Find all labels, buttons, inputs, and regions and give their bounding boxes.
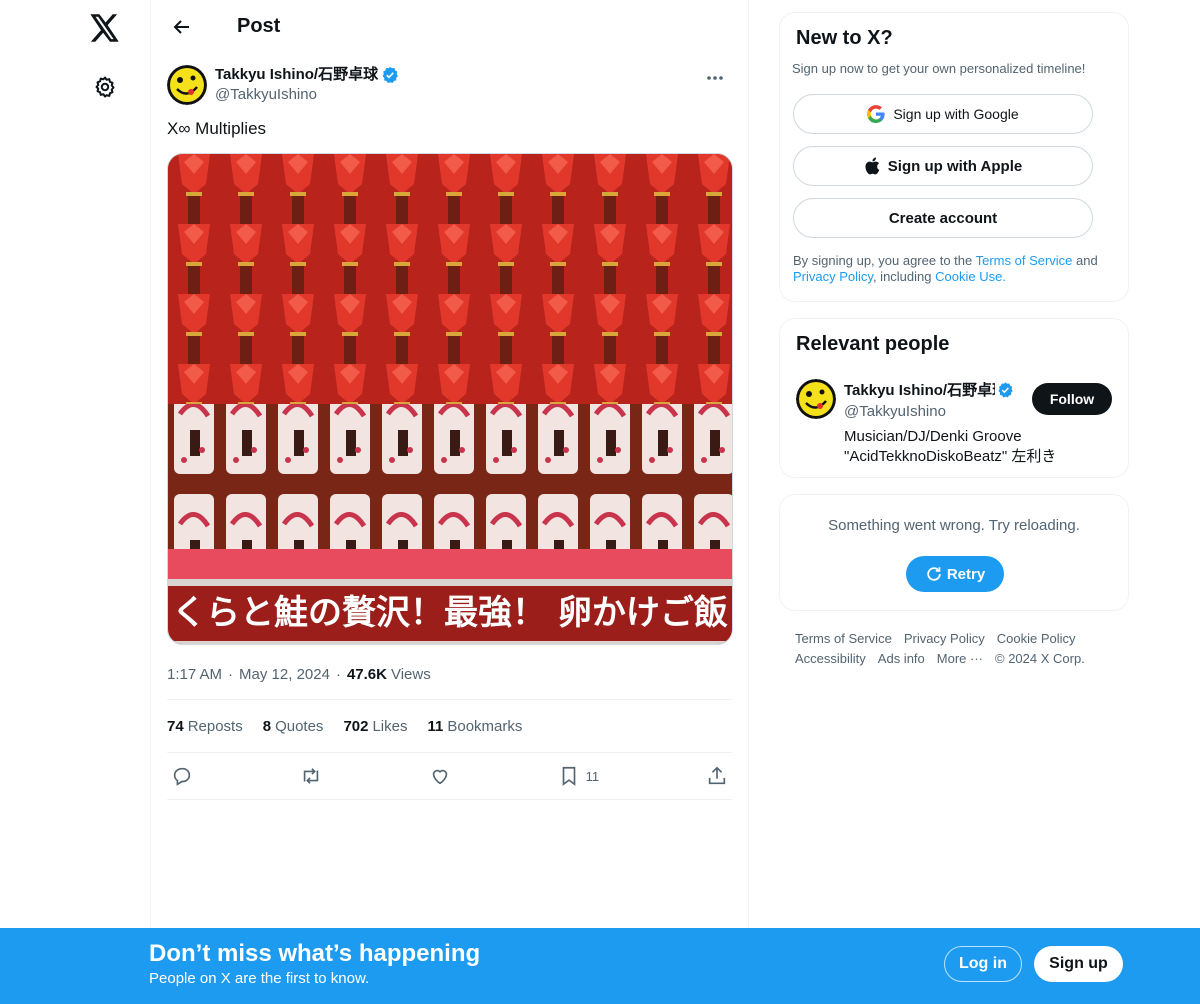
- page-title: Post: [237, 15, 281, 37]
- post-image-caption: くらと鮭の贅沢！最強！ 卵かけご飯: [172, 593, 728, 633]
- footer-terms-link[interactable]: Terms of Service: [795, 629, 892, 649]
- reply-icon[interactable]: [171, 765, 193, 787]
- stat-reposts[interactable]: 74 Reposts: [167, 718, 243, 735]
- signup-banner: Don’t miss what’s happening People on X …: [0, 928, 1200, 1004]
- new-to-x-title: New to X?: [796, 27, 893, 49]
- back-arrow-icon[interactable]: [165, 10, 199, 44]
- author-name[interactable]: Takkyu Ishino/石野卓球: [215, 65, 378, 85]
- relevant-people-card: Relevant people Takkyu Ishino/石野卓球 @Takk…: [779, 318, 1129, 478]
- author-handle[interactable]: @TakkyuIshino: [215, 85, 399, 105]
- more-options-icon[interactable]: [698, 67, 732, 89]
- bookmark-icon: [562, 766, 575, 786]
- apple-icon: [864, 157, 880, 175]
- footer-accessibility-link[interactable]: Accessibility: [795, 649, 866, 669]
- bookmark-count: 11: [585, 768, 600, 784]
- signup-apple-label: Sign up with Apple: [887, 157, 1023, 175]
- follow-button[interactable]: Follow: [1032, 383, 1112, 415]
- post-actions: 11: [167, 753, 732, 800]
- banner-subtitle: People on X are the first to know.: [149, 970, 370, 987]
- person-name[interactable]: Takkyu Ishino/石野卓球: [844, 379, 995, 400]
- terms-link[interactable]: Terms of Service: [976, 253, 1073, 268]
- post-stats: 74 Reposts 8 Quotes 702 Likes 11 Bookmarks: [167, 699, 732, 753]
- retry-label: Retry: [946, 565, 986, 583]
- login-button[interactable]: Log in: [944, 946, 1022, 982]
- relevant-people-title: Relevant people: [796, 333, 950, 355]
- post-date[interactable]: May 12, 2024: [239, 666, 330, 683]
- cookie-use-link[interactable]: Cookie Use.: [935, 269, 1006, 284]
- error-card: Something went wrong. Try reloading. Ret…: [779, 494, 1129, 611]
- signup-google-label: Sign up with Google: [893, 106, 1019, 122]
- post: Takkyu Ishino/石野卓球 @TakkyuIshino X∞ Mult…: [151, 53, 748, 800]
- footer-privacy-link[interactable]: Privacy Policy: [904, 629, 985, 649]
- create-account-label: Create account: [888, 209, 998, 227]
- error-message: Something went wrong. Try reloading.: [828, 517, 1080, 534]
- verified-badge-icon: [382, 66, 398, 84]
- post-time[interactable]: 1:17 AM: [167, 666, 222, 683]
- footer-links: Terms of Service Privacy Policy Cookie Pol…: [795, 629, 1125, 669]
- post-text: X∞ Multiplies: [167, 119, 267, 138]
- signup-legal-text: By signing up, you agree to the Terms of…: [793, 253, 1098, 284]
- bookmark-action[interactable]: 11: [558, 765, 600, 787]
- footer-cookie-link[interactable]: Cookie Policy: [997, 629, 1076, 649]
- retry-button[interactable]: Retry: [906, 556, 1004, 592]
- stat-bookmarks[interactable]: 11 Bookmarks: [428, 718, 523, 735]
- privacy-link[interactable]: Privacy Policy: [793, 269, 873, 284]
- new-to-x-card: New to X? Sign up now to get your own pe…: [779, 12, 1129, 302]
- footer-ads-link[interactable]: Ads info: [878, 649, 925, 669]
- settings-gear-icon[interactable]: [91, 73, 119, 101]
- share-icon[interactable]: [706, 765, 728, 787]
- person-avatar[interactable]: [796, 379, 836, 419]
- google-icon: [867, 105, 885, 123]
- repost-icon[interactable]: [300, 765, 322, 787]
- create-account-button[interactable]: Create account: [793, 198, 1093, 238]
- banner-title: Don’t miss what’s happening: [149, 940, 481, 967]
- post-author-row: Takkyu Ishino/石野卓球 @TakkyuIshino: [167, 53, 732, 109]
- stat-quotes[interactable]: 8 Quotes: [263, 718, 324, 735]
- post-image[interactable]: くらと鮭の贅沢！最強！ 卵かけご飯: [167, 153, 733, 645]
- author-avatar[interactable]: [167, 65, 207, 105]
- x-logo-icon[interactable]: [89, 12, 121, 44]
- verified-badge-icon: [998, 381, 1013, 397]
- refresh-icon: [925, 565, 943, 583]
- like-heart-icon[interactable]: [429, 765, 451, 787]
- person-handle[interactable]: @TakkyuIshino: [844, 403, 946, 420]
- post-meta: 1:17 AM · May 12, 2024 · 47.6K Views: [167, 665, 431, 683]
- page-header: Post: [151, 0, 748, 53]
- signup-google-button[interactable]: Sign up with Google: [793, 94, 1093, 134]
- footer-copyright: © 2024 X Corp.: [995, 651, 1085, 666]
- views-label: Views: [390, 665, 431, 683]
- new-to-x-subtitle: Sign up now to get your own personalized…: [792, 61, 1086, 76]
- person-bio: Musician/DJ/Denki Groove "AcidTekknoDisk…: [844, 428, 1057, 465]
- signup-button[interactable]: Sign up: [1034, 946, 1123, 982]
- main-column: Post Takkyu Ishino/石野卓球 @TakkyuIshino X∞…: [150, 0, 749, 1004]
- signup-apple-button[interactable]: Sign up with Apple: [793, 146, 1093, 186]
- left-rail: [0, 0, 150, 1004]
- stat-likes[interactable]: 702 Likes: [343, 718, 407, 735]
- post-photo-bottles: くらと鮭の贅沢！最強！ 卵かけご飯: [168, 154, 732, 644]
- footer-more-link[interactable]: More ···: [937, 649, 983, 669]
- views-count: 47.6K: [346, 665, 387, 683]
